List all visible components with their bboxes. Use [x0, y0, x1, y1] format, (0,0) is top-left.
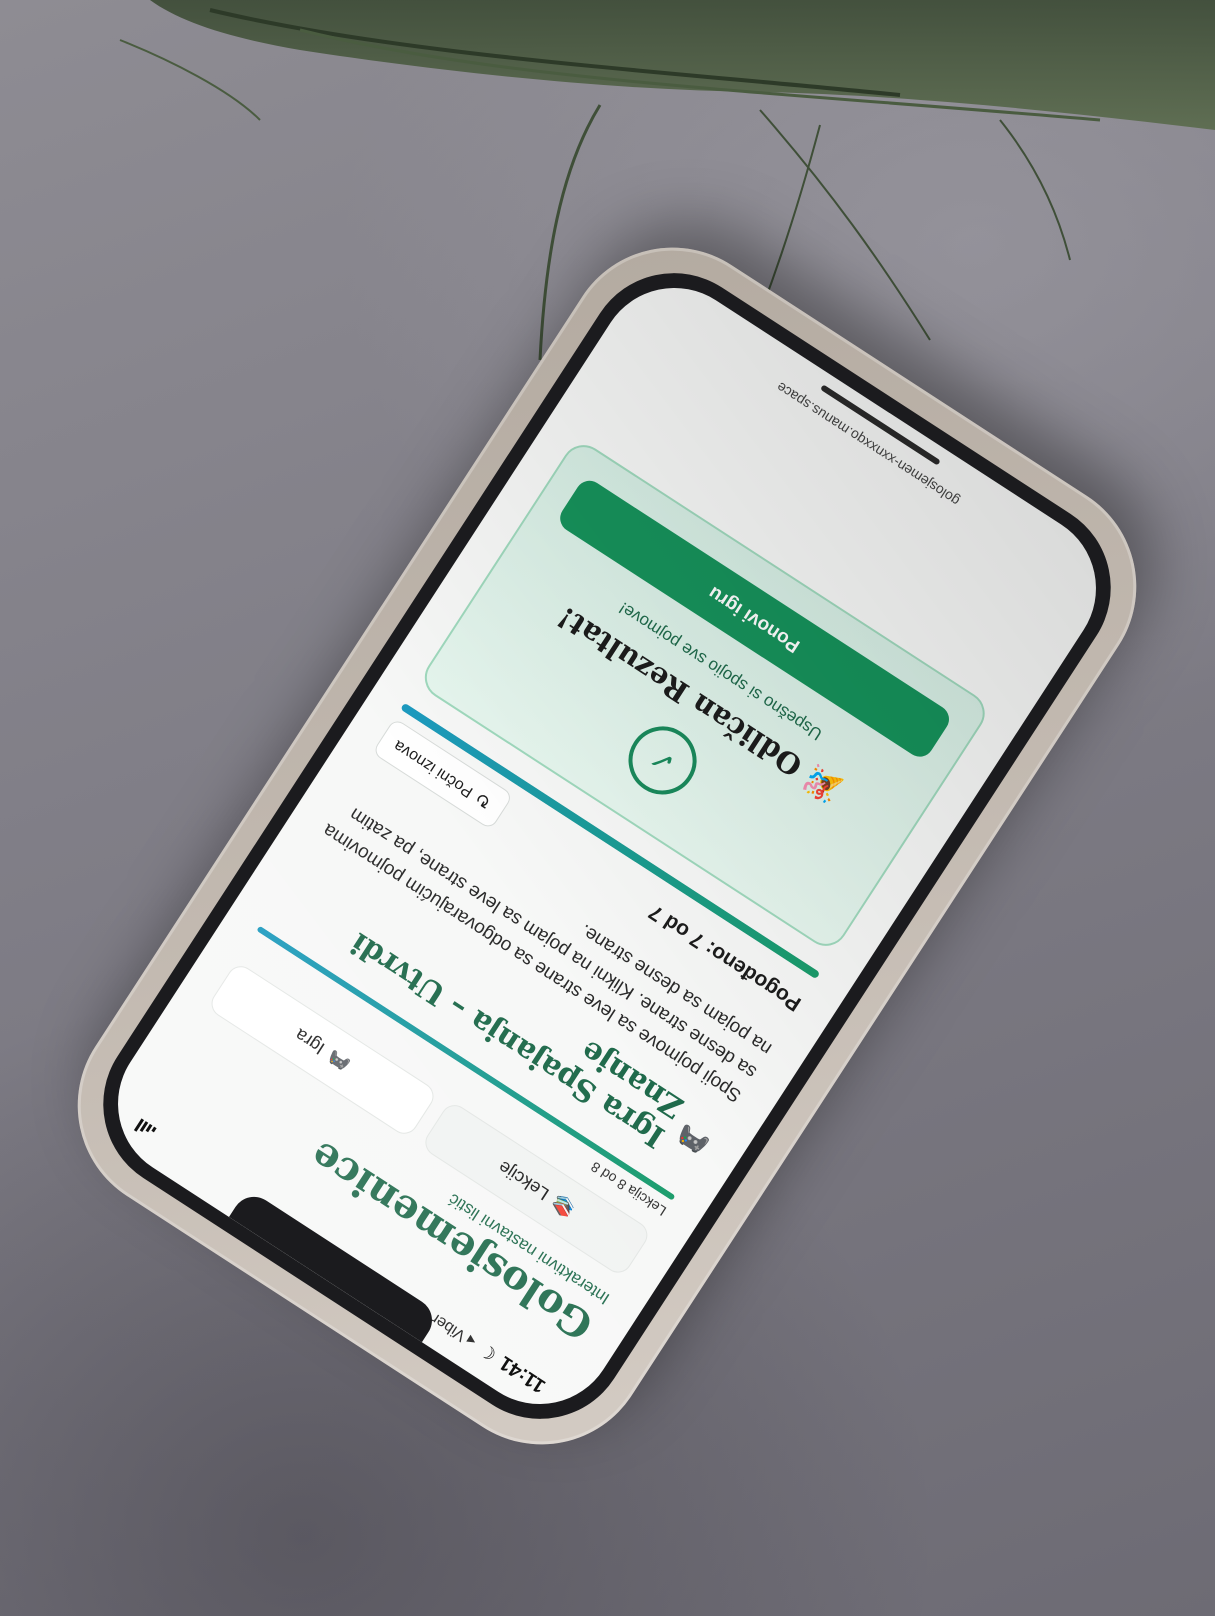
- status-time: 11:41: [495, 1351, 550, 1398]
- back-app-label: Viber: [428, 1309, 469, 1345]
- restart-icon: ↻: [471, 788, 495, 814]
- signal-icon: [133, 1118, 157, 1140]
- status-right: [133, 1118, 157, 1140]
- phone-bezel: 11:41 ☾ ◂ Viber Golosjemenice Interaktiv…: [69, 239, 1145, 1453]
- check-circle-icon: ✓: [615, 713, 710, 808]
- books-icon: 📚: [548, 1192, 578, 1222]
- tab-lessons-label: Lekcije: [494, 1157, 553, 1205]
- tab-game-label: Igra: [291, 1025, 328, 1059]
- gamepad-icon: 🎮: [323, 1046, 354, 1076]
- photo-scene: 11:41 ☾ ◂ Viber Golosjemenice Interaktiv…: [0, 0, 1215, 1616]
- gamepad-icon: 🎮: [671, 1117, 715, 1161]
- moon-icon: ☾: [475, 1339, 501, 1366]
- phone-screen: 11:41 ☾ ◂ Viber Golosjemenice Interaktiv…: [88, 258, 1126, 1434]
- back-to-app-link[interactable]: ◂ Viber: [428, 1308, 480, 1352]
